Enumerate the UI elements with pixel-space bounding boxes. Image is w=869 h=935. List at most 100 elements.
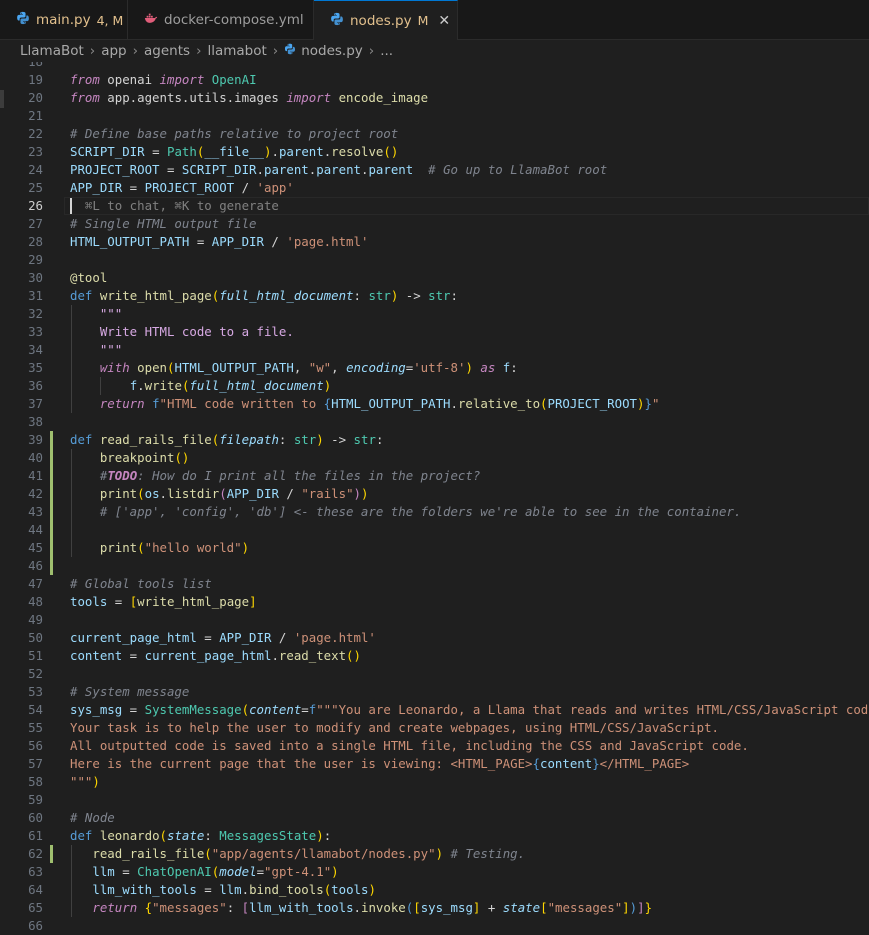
code-line[interactable]: 65 return {"messages": [llm_with_tools.i… [0, 899, 869, 917]
code-line[interactable]: 18 [0, 62, 869, 71]
code-line[interactable]: 53 # System message [0, 683, 869, 701]
code-line[interactable]: 54 sys_msg = SystemMessage(content=f"""Yo… [0, 701, 869, 719]
tab-bar: main.py 4, M docker-compose.yml nodes.py M ✕ [0, 0, 869, 40]
indent-guide [71, 449, 72, 557]
line-number: 26 [28, 198, 43, 213]
code-line[interactable]: 27 # Single HTML output file [0, 215, 869, 233]
line-number: 62 [28, 846, 43, 861]
code-text: sys_msg = SystemMessage(content=f"""You … [70, 702, 869, 717]
tab-modified-badge: M [417, 13, 429, 28]
code-text: ⌘L to chat, ⌘K to generate [70, 198, 279, 213]
tab-docker-compose-yml[interactable]: docker-compose.yml [128, 0, 314, 40]
code-line[interactable]: 58 """) [0, 773, 869, 791]
line-number: 57 [28, 756, 43, 771]
code-line[interactable]: 26 ⌘L to chat, ⌘K to generate [0, 197, 869, 215]
code-line[interactable]: 32 """ [0, 305, 869, 323]
line-number: 56 [28, 738, 43, 753]
code-text: content = current_page_html.read_text() [70, 648, 361, 663]
code-text: from openai import OpenAI [70, 72, 257, 87]
code-line[interactable]: 30 @tool [0, 269, 869, 287]
line-number: 33 [28, 324, 43, 339]
code-text: # Global tools list [70, 576, 212, 591]
code-line[interactable]: 60 # Node [0, 809, 869, 827]
code-line[interactable]: 49 [0, 611, 869, 629]
git-change-indicator[interactable] [50, 431, 53, 575]
line-number: 54 [28, 702, 43, 717]
code-line[interactable]: 52 [0, 665, 869, 683]
code-line[interactable]: 24 PROJECT_ROOT = SCRIPT_DIR.parent.paren… [0, 161, 869, 179]
code-line[interactable]: 61 def leonardo(state: MessagesState): [0, 827, 869, 845]
tab-nodes-py[interactable]: nodes.py M ✕ [314, 0, 458, 40]
code-line[interactable]: 23 SCRIPT_DIR = Path(__file__).parent.res… [0, 143, 869, 161]
code-line[interactable]: 62 read_rails_file("app/agents/llamabot/… [0, 845, 869, 863]
code-line[interactable]: 44 [0, 521, 869, 539]
code-line[interactable]: 42 print(os.listdir(APP_DIR / "rails")) [0, 485, 869, 503]
code-line[interactable]: 34 """ [0, 341, 869, 359]
code-line[interactable]: 50 current_page_html = APP_DIR / 'page.ht… [0, 629, 869, 647]
breadcrumb-item[interactable]: LlamaBot [20, 43, 84, 59]
code-line[interactable]: 46 [0, 557, 869, 575]
code-line[interactable]: 63 llm = ChatOpenAI(model="gpt-4.1") [0, 863, 869, 881]
tab-main-py[interactable]: main.py 4, M [0, 0, 128, 40]
line-number: 39 [28, 432, 43, 447]
code-line[interactable]: 35 with open(HTML_OUTPUT_PATH, "w", enco… [0, 359, 869, 377]
breadcrumb-item[interactable]: agents [144, 43, 190, 59]
close-icon[interactable]: ✕ [438, 13, 450, 29]
code-line[interactable]: 28 HTML_OUTPUT_PATH = APP_DIR / 'page.htm… [0, 233, 869, 251]
code-line[interactable]: 29 [0, 251, 869, 269]
line-number: 40 [28, 450, 43, 465]
code-text: Your task is to help the user to modify … [70, 720, 720, 735]
code-line[interactable]: 33 Write HTML code to a file. [0, 323, 869, 341]
code-line[interactable]: 48 tools = [write_html_page] [0, 593, 869, 611]
line-number: 29 [28, 252, 43, 267]
code-line[interactable]: 64 llm_with_tools = llm.bind_tools(tools… [0, 881, 869, 899]
code-line[interactable]: 20 from app.agents.utils.images import en… [0, 89, 869, 107]
breadcrumb-item[interactable]: ... [380, 43, 393, 59]
scroll-indicator [0, 90, 4, 108]
code-line[interactable]: 43 # ['app', 'config', 'db'] <- these ar… [0, 503, 869, 521]
line-number: 27 [28, 216, 43, 231]
code-line[interactable]: 57 Here is the current page that the user… [0, 755, 869, 773]
code-line[interactable]: 41 #TODO: How do I print all the files i… [0, 467, 869, 485]
code-text: # Single HTML output file [70, 216, 257, 231]
code-line[interactable]: 19 from openai import OpenAI [0, 71, 869, 89]
line-number: 61 [28, 828, 43, 843]
git-change-indicator[interactable] [50, 845, 53, 863]
line-number: 64 [28, 882, 43, 897]
line-number: 48 [28, 594, 43, 609]
breadcrumb-item[interactable]: nodes.py [301, 43, 363, 59]
line-number: 34 [28, 342, 43, 357]
indent-guide [71, 305, 72, 413]
code-line[interactable]: 37 return f"HTML code written to {HTML_O… [0, 395, 869, 413]
code-line[interactable]: 51 content = current_page_html.read_text(… [0, 647, 869, 665]
breadcrumb-item[interactable]: app [101, 43, 126, 59]
code-text: return {"messages": [llm_with_tools.invo… [92, 900, 653, 915]
code-editor[interactable]: 1819 from openai import OpenAI 20 from app.… [0, 62, 869, 935]
code-line[interactable]: 36 f.write(full_html_document) [0, 377, 869, 395]
line-number: 28 [28, 234, 43, 249]
line-number: 43 [28, 504, 43, 519]
line-number: 25 [28, 180, 43, 195]
code-line[interactable]: 21 [0, 107, 869, 125]
code-line[interactable]: 31 def write_html_page(full_html_document… [0, 287, 869, 305]
code-line[interactable]: 22 # Define base paths relative to projec… [0, 125, 869, 143]
code-text: breakpoint() [99, 450, 190, 465]
code-line[interactable]: 47 # Global tools list [0, 575, 869, 593]
code-line[interactable]: 56 All outputted code is saved into a sin… [0, 737, 869, 755]
code-text: @tool [70, 270, 108, 285]
code-line[interactable]: 40 breakpoint() [0, 449, 869, 467]
docker-file-icon [144, 11, 164, 29]
breadcrumb-item[interactable]: llamabot [207, 43, 266, 59]
code-line[interactable]: 25 APP_DIR = PROJECT_ROOT / 'app' [0, 179, 869, 197]
code-line[interactable]: 66 [0, 917, 869, 935]
line-number: 21 [28, 108, 43, 123]
code-line[interactable]: 38 [0, 413, 869, 431]
code-line[interactable]: 45 print("hello world") [0, 539, 869, 557]
code-text: Here is the current page that the user i… [70, 756, 690, 771]
line-number: 41 [28, 468, 43, 483]
code-line[interactable]: 55 Your task is to help the user to modif… [0, 719, 869, 737]
code-line[interactable]: 59 [0, 791, 869, 809]
code-line[interactable]: 39 def read_rails_file(filepath: str) -> … [0, 431, 869, 449]
line-number: 32 [28, 306, 43, 321]
code-text: llm_with_tools = llm.bind_tools(tools) [92, 882, 376, 897]
